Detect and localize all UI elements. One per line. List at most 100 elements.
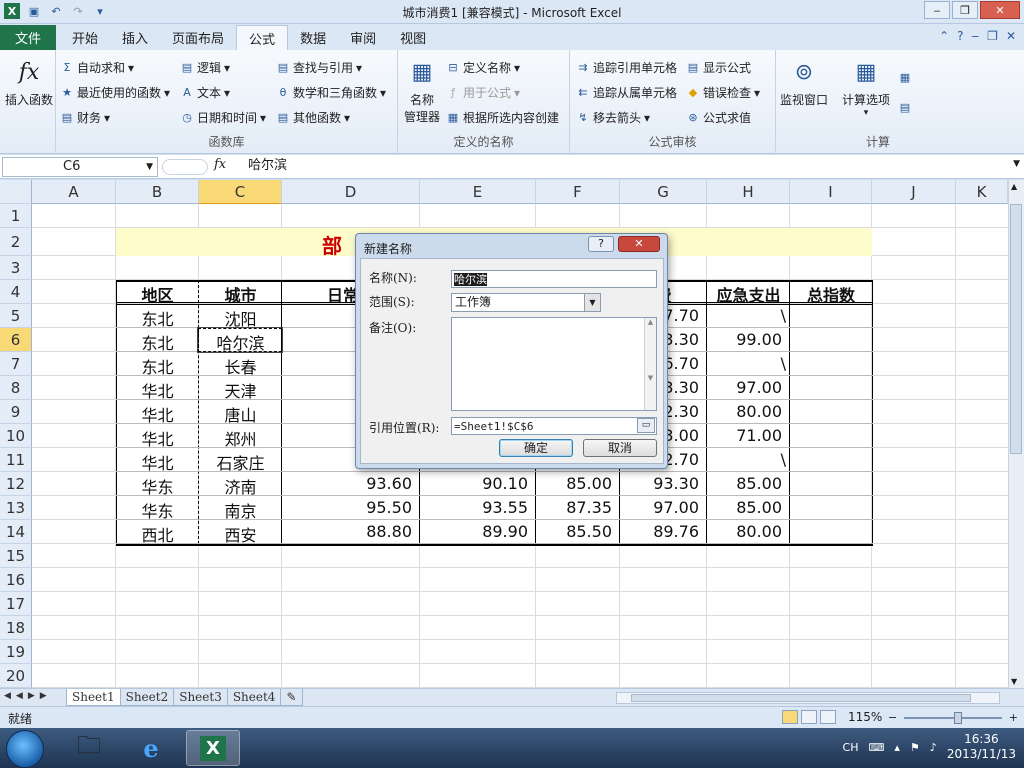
comment-textarea[interactable]: ▲ ▼ (451, 317, 657, 411)
define-name-button[interactable]: ⊟ 定义名称 ▾ (446, 59, 520, 76)
horizontal-scrollbar[interactable] (616, 692, 1000, 704)
normal-view-button[interactable] (782, 710, 798, 724)
row-header-4[interactable]: 4 (0, 280, 32, 304)
select-all-corner[interactable] (0, 180, 32, 204)
table-cell[interactable]: 85.50 (536, 522, 620, 541)
row-header-20[interactable]: 20 (0, 664, 32, 688)
table-cell[interactable]: 85.00 (707, 498, 790, 517)
collapse-dialog-icon[interactable]: ▭ (637, 418, 655, 433)
column-header-d[interactable]: D (282, 180, 420, 204)
chevron-down-icon[interactable]: ▼ (146, 158, 153, 176)
cancel-button[interactable]: 取消 (583, 439, 657, 457)
row-header-16[interactable]: 16 (0, 568, 32, 592)
table-cell[interactable]: 85.00 (707, 474, 790, 493)
recent-functions-button[interactable]: ★ 最近使用的函数 ▾ (60, 84, 170, 101)
zoom-slider-knob[interactable] (954, 712, 962, 724)
selected-cell-c6[interactable] (197, 327, 283, 353)
vertical-scrollbar[interactable]: ▲ ▼ (1008, 180, 1024, 688)
logical-button[interactable]: ▤ 逻辑 ▾ (180, 59, 230, 76)
tab-insert[interactable]: 插入 (110, 25, 160, 50)
scope-select[interactable]: 工作簿 ▼ (451, 293, 601, 312)
table-cell[interactable]: 90.10 (420, 474, 536, 493)
tab-file[interactable]: 文件 (0, 25, 56, 50)
column-header-b[interactable]: B (116, 180, 199, 204)
financial-button[interactable]: ▤ 财务 ▾ (60, 109, 110, 126)
input-language[interactable]: CH (843, 741, 859, 754)
evaluate-formula-button[interactable]: ⊛ 公式求值 (686, 109, 751, 126)
name-box[interactable]: C6 ▼ (2, 157, 158, 177)
table-cell[interactable]: 89.90 (420, 522, 536, 541)
table-cell[interactable]: 97.00 (620, 498, 707, 517)
table-cell[interactable]: \ (707, 306, 790, 325)
calculation-options-button[interactable]: ▦ 计算选项 ▾ (836, 56, 896, 119)
flag-icon[interactable]: ⚑ (910, 741, 920, 754)
comment-scrollbar[interactable]: ▲ ▼ (644, 318, 656, 410)
datetime-button[interactable]: ◷ 日期和时间 ▾ (180, 109, 266, 126)
row-header-13[interactable]: 13 (0, 496, 32, 520)
volume-icon[interactable]: ♪ (930, 741, 937, 754)
remove-arrows-button[interactable]: ↯ 移去箭头 ▾ (576, 109, 650, 126)
sheet-nav-buttons[interactable]: ◀◀▶▶ (4, 691, 52, 701)
text-functions-button[interactable]: A 文本 ▾ (180, 84, 230, 101)
row-header-15[interactable]: 15 (0, 544, 32, 568)
row-header-6[interactable]: 6 (0, 328, 32, 352)
autosum-button[interactable]: Σ 自动求和 ▾ (60, 59, 135, 76)
zoom-slider[interactable]: − + (888, 711, 1018, 725)
restore-button[interactable]: ❐ (952, 1, 978, 19)
dialog-close-button[interactable]: ✕ (618, 236, 660, 252)
table-cell[interactable]: 99.00 (707, 330, 790, 349)
column-header-c[interactable]: C (199, 180, 282, 204)
zoom-out-button[interactable]: − (888, 711, 897, 724)
row-header-18[interactable]: 18 (0, 616, 32, 640)
column-header-j[interactable]: J (872, 180, 956, 204)
row-header-9[interactable]: 9 (0, 400, 32, 424)
vertical-scroll-thumb[interactable] (1010, 204, 1022, 454)
table-cell[interactable]: 93.60 (282, 474, 420, 493)
chevron-down-icon[interactable]: ▼ (584, 294, 600, 311)
insert-sheet-icon[interactable]: ✎ (280, 689, 303, 706)
ok-button[interactable]: 确定 (499, 439, 573, 457)
row-header-11[interactable]: 11 (0, 448, 32, 472)
row-header-8[interactable]: 8 (0, 376, 32, 400)
minimize-button[interactable]: ‒ (924, 1, 950, 19)
table-cell[interactable]: 85.00 (536, 474, 620, 493)
column-header-g[interactable]: G (620, 180, 707, 204)
help-icon[interactable]: ? (957, 29, 963, 43)
row-header-2[interactable]: 2 (0, 228, 32, 256)
column-header-i[interactable]: I (790, 180, 872, 204)
row-header-5[interactable]: 5 (0, 304, 32, 328)
table-cell[interactable]: 97.00 (707, 378, 790, 397)
calculate-sheet-button[interactable]: ▤ (898, 100, 912, 114)
row-header-19[interactable]: 19 (0, 640, 32, 664)
internet-explorer-icon[interactable]: e (124, 730, 178, 766)
formula-bar-splitter[interactable] (162, 159, 208, 175)
scroll-up-icon[interactable]: ▲ (1011, 182, 1017, 191)
start-button[interactable] (6, 730, 44, 768)
tab-review[interactable]: 审阅 (338, 25, 388, 50)
tab-page-layout[interactable]: 页面布局 (160, 25, 236, 50)
table-cell[interactable]: 89.76 (620, 522, 707, 541)
tab-home[interactable]: 开始 (60, 25, 110, 50)
use-in-formula-button[interactable]: ƒ 用于公式 ▾ (446, 84, 520, 101)
show-formulas-button[interactable]: ▤ 显示公式 (686, 59, 751, 76)
tab-view[interactable]: 视图 (388, 25, 438, 50)
math-trig-button[interactable]: θ 数学和三角函数 ▾ (276, 84, 386, 101)
page-layout-view-button[interactable] (801, 710, 817, 724)
sheet-tab-sheet2[interactable]: Sheet2 (119, 689, 175, 706)
table-cell[interactable]: 71.00 (707, 426, 790, 445)
refers-to-input[interactable]: =Sheet1!$C$6 (451, 417, 657, 435)
tab-formulas[interactable]: 公式 (236, 25, 289, 50)
sheet-tab-sheet3[interactable]: Sheet3 (173, 689, 228, 706)
sheet-tab-sheet4[interactable]: Sheet4 (226, 689, 282, 706)
table-cell[interactable]: \ (707, 450, 790, 469)
tab-data[interactable]: 数据 (288, 25, 338, 50)
more-functions-button[interactable]: ▤ 其他函数 ▾ (276, 109, 350, 126)
name-input[interactable]: 哈尔滨 (451, 270, 657, 288)
table-cell[interactable]: 95.50 (282, 498, 420, 517)
formula-input[interactable]: 哈尔滨 (240, 156, 1004, 176)
row-header-17[interactable]: 17 (0, 592, 32, 616)
file-explorer-icon[interactable]: 🗀 (62, 730, 116, 766)
zoom-in-button[interactable]: + (1009, 711, 1018, 724)
row-header-7[interactable]: 7 (0, 352, 32, 376)
workbook-close-icon[interactable]: ✕ (1006, 29, 1016, 43)
